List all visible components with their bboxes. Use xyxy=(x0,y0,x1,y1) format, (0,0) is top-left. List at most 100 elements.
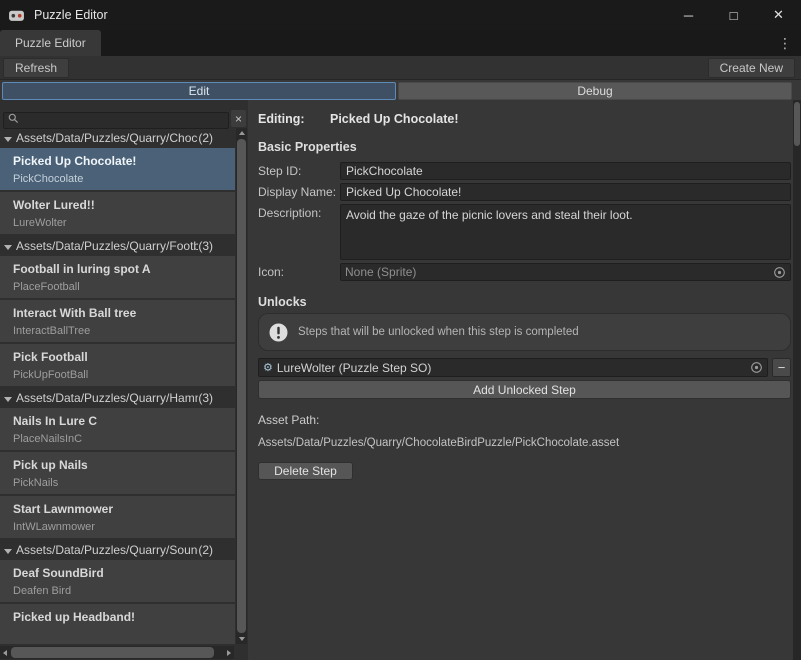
description-row: Description: Avoid the gaze of the picni… xyxy=(258,204,791,260)
description-label: Description: xyxy=(258,204,340,220)
puzzle-step-list-panel: × Assets/Data/Puzzles/Quarry/ChocolateB … xyxy=(0,100,248,660)
kebab-menu-icon[interactable]: ⋮ xyxy=(770,30,801,56)
group-count: (2) xyxy=(198,543,235,557)
list-item[interactable]: Picked Up Chocolate! PickChocolate xyxy=(0,148,235,190)
tab-puzzle-editor[interactable]: Puzzle Editor xyxy=(0,30,101,56)
list-item[interactable]: Picked up Headband! xyxy=(0,604,235,644)
item-title: Picked Up Chocolate! xyxy=(13,154,231,168)
group-header-football[interactable]: Assets/Data/Puzzles/Quarry/FootballBir (… xyxy=(0,236,235,256)
editing-value: Picked Up Chocolate! xyxy=(330,112,459,126)
unlocked-step-object-field[interactable]: ⚙ LureWolter (Puzzle Step SO) xyxy=(258,358,768,377)
list-item[interactable]: Nails In Lure C PlaceNailsInC xyxy=(0,408,235,450)
group-header-chocolate[interactable]: Assets/Data/Puzzles/Quarry/ChocolateB (2… xyxy=(0,128,235,148)
item-subtitle: IntWLawnmower xyxy=(13,521,231,533)
remove-unlocked-step-button[interactable]: − xyxy=(772,358,791,377)
step-id-label: Step ID: xyxy=(258,162,340,178)
window-scrollbar-thumb[interactable] xyxy=(794,102,800,146)
group-path: Assets/Data/Puzzles/Quarry/FootballBir xyxy=(16,239,198,253)
icon-field-value: None (Sprite) xyxy=(345,265,416,279)
group-path: Assets/Data/Puzzles/Quarry/SoundBird xyxy=(16,543,198,557)
icon-label: Icon: xyxy=(258,263,340,279)
basic-properties-title: Basic Properties xyxy=(258,140,791,154)
scriptable-object-icon: ⚙ xyxy=(263,361,273,374)
group-header-soundbird[interactable]: Assets/Data/Puzzles/Quarry/SoundBird (2) xyxy=(0,540,235,560)
tab-edit[interactable]: Edit xyxy=(2,82,396,100)
display-name-input[interactable] xyxy=(340,183,791,201)
item-subtitle: PickUpFootBall xyxy=(13,369,231,381)
group-count: (3) xyxy=(198,239,235,253)
item-title: Picked up Headband! xyxy=(13,610,231,624)
add-unlocked-step-button[interactable]: Add Unlocked Step xyxy=(258,380,791,399)
unlocked-step-value: LureWolter (Puzzle Step SO) xyxy=(277,361,432,375)
description-input[interactable]: Avoid the gaze of the picnic lovers and … xyxy=(340,204,791,260)
list-item[interactable]: Wolter Lured!! LureWolter xyxy=(0,192,235,234)
search-input[interactable] xyxy=(3,112,229,129)
item-subtitle: Deafen Bird xyxy=(13,585,231,597)
editor-panel: Editing: Picked Up Chocolate! Basic Prop… xyxy=(250,100,793,660)
search-icon xyxy=(8,113,19,124)
scroll-up-icon[interactable] xyxy=(236,128,247,138)
window-title: Puzzle Editor xyxy=(34,8,108,22)
unlocked-step-row: ⚙ LureWolter (Puzzle Step SO) − xyxy=(258,358,791,377)
item-subtitle: InteractBallTree xyxy=(13,325,231,337)
scroll-down-icon[interactable] xyxy=(236,634,247,644)
item-title: Start Lawnmower xyxy=(13,502,231,516)
foldout-triangle-icon xyxy=(4,397,12,402)
close-icon[interactable]: ✕ xyxy=(756,0,801,30)
item-subtitle: PlaceNailsInC xyxy=(13,433,231,445)
scrollbar-corner xyxy=(234,644,248,660)
item-subtitle: PickChocolate xyxy=(13,173,231,185)
mode-tabs: Edit Debug xyxy=(2,82,792,100)
object-picker-icon[interactable] xyxy=(773,266,786,279)
helpbox: Steps that will be unlocked when this st… xyxy=(258,313,791,351)
refresh-button[interactable]: Refresh xyxy=(3,58,69,78)
list-horizontal-scrollbar[interactable] xyxy=(0,646,234,659)
vertical-scrollbar-thumb[interactable] xyxy=(237,139,246,633)
list-item[interactable]: Pick Football PickUpFootBall xyxy=(0,344,235,386)
list-item[interactable]: Football in luring spot A PlaceFootball xyxy=(0,256,235,298)
item-title: Wolter Lured!! xyxy=(13,198,231,212)
unlocks-title: Unlocks xyxy=(258,295,791,309)
foldout-triangle-icon xyxy=(4,137,12,142)
window-controls: ─ □ ✕ xyxy=(666,0,801,30)
create-new-button[interactable]: Create New xyxy=(708,58,795,78)
minimize-icon[interactable]: ─ xyxy=(666,0,711,30)
titlebar: Puzzle Editor ─ □ ✕ xyxy=(0,0,801,30)
step-id-input[interactable] xyxy=(340,162,791,180)
item-title: Nails In Lure C xyxy=(13,414,231,428)
list-item[interactable]: Interact With Ball tree InteractBallTree xyxy=(0,300,235,342)
icon-row: Icon: None (Sprite) xyxy=(258,263,791,281)
maximize-icon[interactable]: □ xyxy=(711,0,756,30)
horizontal-scrollbar-thumb[interactable] xyxy=(11,647,214,658)
step-id-row: Step ID: xyxy=(258,162,791,180)
object-picker-icon[interactable] xyxy=(750,361,763,374)
list-item[interactable]: Start Lawnmower IntWLawnmower xyxy=(0,496,235,538)
icon-object-field[interactable]: None (Sprite) xyxy=(340,263,791,281)
list-vertical-scrollbar[interactable] xyxy=(236,128,247,644)
foldout-triangle-icon xyxy=(4,549,12,554)
item-title: Pick Football xyxy=(13,350,231,364)
delete-step-button[interactable]: Delete Step xyxy=(258,462,353,480)
helpbox-text: Steps that will be unlocked when this st… xyxy=(298,326,579,338)
foldout-triangle-icon xyxy=(4,245,12,250)
scroll-right-icon[interactable] xyxy=(224,646,234,659)
puzzle-step-list: Assets/Data/Puzzles/Quarry/ChocolateB (2… xyxy=(0,128,235,644)
scroll-left-icon[interactable] xyxy=(0,646,10,659)
display-name-row: Display Name: xyxy=(258,183,791,201)
item-subtitle: LureWolter xyxy=(13,217,231,229)
item-title: Football in luring spot A xyxy=(13,262,231,276)
editing-label: Editing: xyxy=(258,112,330,126)
window-vertical-scrollbar[interactable] xyxy=(793,100,801,660)
item-title: Interact With Ball tree xyxy=(13,306,231,320)
list-item[interactable]: Pick up Nails PickNails xyxy=(0,452,235,494)
list-item[interactable]: Deaf SoundBird Deafen Bird xyxy=(0,560,235,602)
group-path: Assets/Data/Puzzles/Quarry/ChocolateB xyxy=(16,131,198,145)
group-header-hammer[interactable]: Assets/Data/Puzzles/Quarry/HammerBi (3) xyxy=(0,388,235,408)
toolbar: Refresh Create New xyxy=(0,56,801,80)
tab-debug[interactable]: Debug xyxy=(398,82,792,100)
group-count: (3) xyxy=(198,391,235,405)
search-clear-icon[interactable]: × xyxy=(231,110,246,127)
item-title: Deaf SoundBird xyxy=(13,566,231,580)
search-row: × xyxy=(3,110,246,127)
info-icon xyxy=(268,322,289,343)
